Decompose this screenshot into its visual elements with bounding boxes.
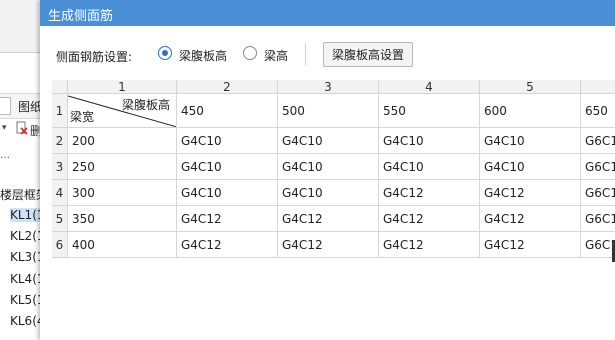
rebar-spec-cell[interactable]: G4C10 (480, 154, 581, 180)
beam-web-height-cell[interactable]: 650 (581, 94, 615, 128)
rebar-spec-cell[interactable]: G4C10 (379, 154, 480, 180)
background-tab-drawings[interactable]: 图纸 (18, 98, 42, 115)
tree-item[interactable]: KL1(1 (10, 208, 42, 222)
beam-width-cell[interactable]: 250 (68, 154, 177, 180)
background-tab-bar: 图纸 (0, 93, 42, 119)
tree-folder-frame-beams[interactable]: 楼层框架梁 (0, 186, 42, 203)
grid-corner-blank (52, 80, 68, 94)
beam-width-cell[interactable]: 300 (68, 180, 177, 206)
rebar-spec-cell[interactable]: G6C12 (581, 232, 615, 258)
rebar-spec-cell[interactable]: G4C12 (177, 206, 278, 232)
side-rebar-options: 侧面钢筋设置: 梁腹板高 梁高 梁腹板高设置 (40, 26, 615, 80)
rebar-spec-cell[interactable]: G4C12 (379, 232, 480, 258)
rebar-spec-cell[interactable]: G4C10 (278, 180, 379, 206)
beam-width-cell[interactable]: 350 (68, 206, 177, 232)
tree-item[interactable]: KL5(1 (10, 293, 42, 307)
rebar-spec-cell[interactable]: G4C12 (278, 206, 379, 232)
background-app-panel: 图纸 ▾ 删 … 楼层框架梁 KL1(1 KL2(1 KL3(1 KL4(1 KL5(1… (0, 0, 42, 340)
column-header[interactable]: 2 (177, 80, 278, 94)
rebar-spec-cell[interactable]: G4C10 (480, 128, 581, 154)
column-header[interactable]: 1 (68, 80, 177, 94)
dialog-title: 生成侧面筋 (48, 9, 114, 24)
row-header[interactable]: 6 (52, 232, 68, 258)
delete-document-icon[interactable] (16, 121, 28, 135)
rebar-spec-cell[interactable]: G6C12 (581, 206, 615, 232)
rebar-spec-cell[interactable]: G4C10 (278, 128, 379, 154)
row-header[interactable]: 3 (52, 154, 68, 180)
rebar-spec-cell[interactable]: G6C10 (581, 154, 615, 180)
column-header[interactable]: 3 (278, 80, 379, 94)
rebar-spec-cell[interactable]: G6C12 (581, 180, 615, 206)
rebar-spec-cell[interactable]: G4C12 (379, 206, 480, 232)
beam-width-cell[interactable]: 400 (68, 232, 177, 258)
column-header[interactable]: 5 (480, 80, 581, 94)
row-header[interactable]: 4 (52, 180, 68, 206)
dialog-titlebar[interactable]: 生成侧面筋 (40, 0, 615, 26)
corner-top-label: 梁腹板高 (121, 98, 170, 112)
generate-side-bars-dialog: 生成侧面筋 侧面钢筋设置: 梁腹板高 梁高 梁腹板高设置 12345612345… (40, 0, 615, 340)
rebar-spec-cell[interactable]: G4C12 (480, 180, 581, 206)
rebar-spec-cell[interactable]: G4C10 (177, 154, 278, 180)
corner-bottom-label: 梁宽 (70, 110, 95, 124)
tree-item[interactable]: KL4(1 (10, 272, 42, 286)
beam-web-height-cell[interactable]: 550 (379, 94, 480, 128)
rebar-spec-cell[interactable]: G6C10 (581, 128, 615, 154)
background-tree-toolbar: ▾ 删 (0, 119, 42, 141)
rebar-spec-cell[interactable]: G4C10 (177, 180, 278, 206)
web-height-settings-button[interactable]: 梁腹板高设置 (323, 42, 413, 67)
tree-item[interactable]: KL2(1 (10, 229, 42, 243)
rebar-spec-cell[interactable]: G4C10 (379, 128, 480, 154)
rebar-spec-cell[interactable]: G4C10 (278, 154, 379, 180)
rebar-grid: 123456123456梁腹板高梁宽450500550600650200G4C1… (52, 80, 615, 340)
rebar-spec-cell[interactable]: G4C10 (177, 128, 278, 154)
chevron-down-icon[interactable]: ▾ (2, 123, 7, 133)
beam-web-height-cell[interactable]: 450 (177, 94, 278, 128)
radio-beam-height[interactable] (243, 46, 257, 60)
tree-item[interactable]: KL6(4 (10, 314, 42, 328)
rebar-spec-cell[interactable]: G4C12 (480, 206, 581, 232)
row-header[interactable]: 5 (52, 206, 68, 232)
rebar-spec-cell[interactable]: G4C12 (379, 180, 480, 206)
side-rebar-setting-label: 侧面钢筋设置: (56, 50, 133, 64)
background-toolbar-area (0, 0, 42, 53)
tree-item[interactable]: KL3(1 (10, 250, 42, 264)
row-header[interactable]: 1 (52, 94, 68, 128)
row-header[interactable]: 2 (52, 128, 68, 154)
rebar-spec-cell[interactable]: G4C12 (278, 232, 379, 258)
column-header[interactable]: 4 (379, 80, 480, 94)
background-tab-edge[interactable] (0, 97, 11, 115)
beam-web-height-cell[interactable]: 600 (480, 94, 581, 128)
beam-web-height-cell[interactable]: 500 (278, 94, 379, 128)
radio-web-height[interactable] (158, 46, 172, 60)
radio-beam-height-label[interactable]: 梁高 (264, 47, 288, 64)
rebar-spec-cell[interactable]: G4C12 (480, 232, 581, 258)
rebar-spec-cell[interactable]: G4C12 (177, 232, 278, 258)
beam-width-cell[interactable]: 200 (68, 128, 177, 154)
radio-web-height-label[interactable]: 梁腹板高 (179, 47, 227, 64)
column-header[interactable]: 6 (581, 80, 615, 94)
ellipsis-icon: … (0, 150, 10, 161)
divider (305, 43, 306, 65)
diagonal-header-cell: 梁腹板高梁宽 (68, 94, 177, 128)
